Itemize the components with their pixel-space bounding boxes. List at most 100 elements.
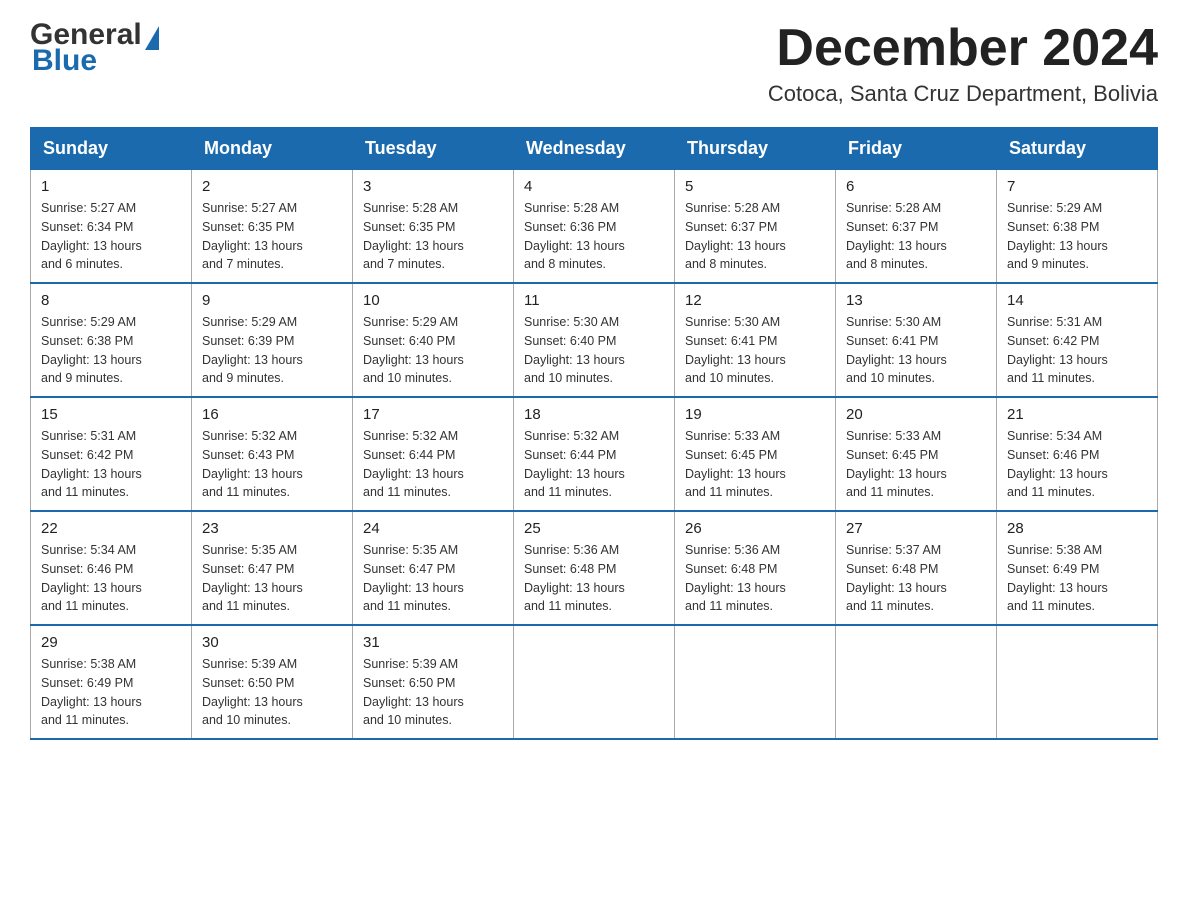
day-info: Sunrise: 5:29 AM Sunset: 6:38 PM Dayligh… (1007, 199, 1147, 274)
day-info: Sunrise: 5:32 AM Sunset: 6:44 PM Dayligh… (363, 427, 503, 502)
day-number: 16 (202, 406, 342, 423)
day-number: 20 (846, 406, 986, 423)
logo: General Blue (30, 20, 226, 76)
day-info: Sunrise: 5:37 AM Sunset: 6:48 PM Dayligh… (846, 541, 986, 616)
calendar-week-row: 8 Sunrise: 5:29 AM Sunset: 6:38 PM Dayli… (31, 283, 1158, 397)
day-info: Sunrise: 5:35 AM Sunset: 6:47 PM Dayligh… (363, 541, 503, 616)
day-number: 9 (202, 292, 342, 309)
day-number: 8 (41, 292, 181, 309)
calendar-cell: 26 Sunrise: 5:36 AM Sunset: 6:48 PM Dayl… (675, 511, 836, 625)
calendar-cell: 18 Sunrise: 5:32 AM Sunset: 6:44 PM Dayl… (514, 397, 675, 511)
day-info: Sunrise: 5:39 AM Sunset: 6:50 PM Dayligh… (202, 655, 342, 730)
calendar-cell: 19 Sunrise: 5:33 AM Sunset: 6:45 PM Dayl… (675, 397, 836, 511)
weekday-header-wednesday: Wednesday (514, 128, 675, 170)
calendar-week-row: 29 Sunrise: 5:38 AM Sunset: 6:49 PM Dayl… (31, 625, 1158, 739)
day-number: 2 (202, 178, 342, 195)
calendar-cell (836, 625, 997, 739)
day-info: Sunrise: 5:29 AM Sunset: 6:39 PM Dayligh… (202, 313, 342, 388)
day-info: Sunrise: 5:35 AM Sunset: 6:47 PM Dayligh… (202, 541, 342, 616)
day-number: 26 (685, 520, 825, 537)
day-number: 24 (363, 520, 503, 537)
day-number: 15 (41, 406, 181, 423)
day-info: Sunrise: 5:28 AM Sunset: 6:37 PM Dayligh… (685, 199, 825, 274)
calendar-week-row: 15 Sunrise: 5:31 AM Sunset: 6:42 PM Dayl… (31, 397, 1158, 511)
day-number: 28 (1007, 520, 1147, 537)
calendar-cell: 16 Sunrise: 5:32 AM Sunset: 6:43 PM Dayl… (192, 397, 353, 511)
day-info: Sunrise: 5:28 AM Sunset: 6:35 PM Dayligh… (363, 199, 503, 274)
day-info: Sunrise: 5:29 AM Sunset: 6:40 PM Dayligh… (363, 313, 503, 388)
day-number: 23 (202, 520, 342, 537)
calendar-table: SundayMondayTuesdayWednesdayThursdayFrid… (30, 127, 1158, 740)
day-info: Sunrise: 5:33 AM Sunset: 6:45 PM Dayligh… (846, 427, 986, 502)
weekday-header-sunday: Sunday (31, 128, 192, 170)
calendar-cell: 20 Sunrise: 5:33 AM Sunset: 6:45 PM Dayl… (836, 397, 997, 511)
day-info: Sunrise: 5:30 AM Sunset: 6:41 PM Dayligh… (685, 313, 825, 388)
day-number: 21 (1007, 406, 1147, 423)
day-info: Sunrise: 5:28 AM Sunset: 6:37 PM Dayligh… (846, 199, 986, 274)
day-info: Sunrise: 5:32 AM Sunset: 6:44 PM Dayligh… (524, 427, 664, 502)
day-number: 11 (524, 292, 664, 309)
calendar-cell: 7 Sunrise: 5:29 AM Sunset: 6:38 PM Dayli… (997, 170, 1158, 284)
calendar-cell: 15 Sunrise: 5:31 AM Sunset: 6:42 PM Dayl… (31, 397, 192, 511)
calendar-cell: 31 Sunrise: 5:39 AM Sunset: 6:50 PM Dayl… (353, 625, 514, 739)
calendar-cell: 6 Sunrise: 5:28 AM Sunset: 6:37 PM Dayli… (836, 170, 997, 284)
calendar-week-row: 1 Sunrise: 5:27 AM Sunset: 6:34 PM Dayli… (31, 170, 1158, 284)
day-number: 19 (685, 406, 825, 423)
day-number: 30 (202, 634, 342, 651)
logo-blue-text: Blue (30, 46, 226, 76)
day-info: Sunrise: 5:34 AM Sunset: 6:46 PM Dayligh… (1007, 427, 1147, 502)
weekday-header-row: SundayMondayTuesdayWednesdayThursdayFrid… (31, 128, 1158, 170)
weekday-header-tuesday: Tuesday (353, 128, 514, 170)
day-number: 14 (1007, 292, 1147, 309)
day-info: Sunrise: 5:27 AM Sunset: 6:35 PM Dayligh… (202, 199, 342, 274)
day-number: 13 (846, 292, 986, 309)
day-info: Sunrise: 5:32 AM Sunset: 6:43 PM Dayligh… (202, 427, 342, 502)
day-info: Sunrise: 5:31 AM Sunset: 6:42 PM Dayligh… (1007, 313, 1147, 388)
day-number: 10 (363, 292, 503, 309)
day-info: Sunrise: 5:29 AM Sunset: 6:38 PM Dayligh… (41, 313, 181, 388)
calendar-cell: 11 Sunrise: 5:30 AM Sunset: 6:40 PM Dayl… (514, 283, 675, 397)
day-info: Sunrise: 5:36 AM Sunset: 6:48 PM Dayligh… (524, 541, 664, 616)
calendar-cell: 30 Sunrise: 5:39 AM Sunset: 6:50 PM Dayl… (192, 625, 353, 739)
calendar-cell (675, 625, 836, 739)
calendar-week-row: 22 Sunrise: 5:34 AM Sunset: 6:46 PM Dayl… (31, 511, 1158, 625)
day-number: 5 (685, 178, 825, 195)
day-number: 1 (41, 178, 181, 195)
weekday-header-monday: Monday (192, 128, 353, 170)
day-info: Sunrise: 5:38 AM Sunset: 6:49 PM Dayligh… (1007, 541, 1147, 616)
day-info: Sunrise: 5:36 AM Sunset: 6:48 PM Dayligh… (685, 541, 825, 616)
calendar-cell: 27 Sunrise: 5:37 AM Sunset: 6:48 PM Dayl… (836, 511, 997, 625)
day-info: Sunrise: 5:39 AM Sunset: 6:50 PM Dayligh… (363, 655, 503, 730)
day-number: 22 (41, 520, 181, 537)
calendar-cell: 8 Sunrise: 5:29 AM Sunset: 6:38 PM Dayli… (31, 283, 192, 397)
page-header: General Blue December 2024 Cotoca, Santa… (30, 20, 1158, 107)
calendar-cell: 28 Sunrise: 5:38 AM Sunset: 6:49 PM Dayl… (997, 511, 1158, 625)
calendar-subtitle: Cotoca, Santa Cruz Department, Bolivia (768, 81, 1158, 107)
day-number: 27 (846, 520, 986, 537)
day-info: Sunrise: 5:28 AM Sunset: 6:36 PM Dayligh… (524, 199, 664, 274)
day-info: Sunrise: 5:34 AM Sunset: 6:46 PM Dayligh… (41, 541, 181, 616)
calendar-cell: 1 Sunrise: 5:27 AM Sunset: 6:34 PM Dayli… (31, 170, 192, 284)
day-info: Sunrise: 5:33 AM Sunset: 6:45 PM Dayligh… (685, 427, 825, 502)
day-number: 3 (363, 178, 503, 195)
day-number: 29 (41, 634, 181, 651)
day-info: Sunrise: 5:31 AM Sunset: 6:42 PM Dayligh… (41, 427, 181, 502)
weekday-header-friday: Friday (836, 128, 997, 170)
calendar-cell: 25 Sunrise: 5:36 AM Sunset: 6:48 PM Dayl… (514, 511, 675, 625)
calendar-cell: 17 Sunrise: 5:32 AM Sunset: 6:44 PM Dayl… (353, 397, 514, 511)
calendar-header: SundayMondayTuesdayWednesdayThursdayFrid… (31, 128, 1158, 170)
day-number: 6 (846, 178, 986, 195)
day-info: Sunrise: 5:38 AM Sunset: 6:49 PM Dayligh… (41, 655, 181, 730)
day-number: 4 (524, 178, 664, 195)
day-number: 7 (1007, 178, 1147, 195)
day-info: Sunrise: 5:30 AM Sunset: 6:41 PM Dayligh… (846, 313, 986, 388)
calendar-cell: 29 Sunrise: 5:38 AM Sunset: 6:49 PM Dayl… (31, 625, 192, 739)
calendar-cell: 2 Sunrise: 5:27 AM Sunset: 6:35 PM Dayli… (192, 170, 353, 284)
day-number: 17 (363, 406, 503, 423)
calendar-cell: 22 Sunrise: 5:34 AM Sunset: 6:46 PM Dayl… (31, 511, 192, 625)
day-info: Sunrise: 5:27 AM Sunset: 6:34 PM Dayligh… (41, 199, 181, 274)
calendar-cell: 13 Sunrise: 5:30 AM Sunset: 6:41 PM Dayl… (836, 283, 997, 397)
calendar-title: December 2024 (768, 20, 1158, 77)
calendar-cell: 14 Sunrise: 5:31 AM Sunset: 6:42 PM Dayl… (997, 283, 1158, 397)
calendar-cell: 5 Sunrise: 5:28 AM Sunset: 6:37 PM Dayli… (675, 170, 836, 284)
